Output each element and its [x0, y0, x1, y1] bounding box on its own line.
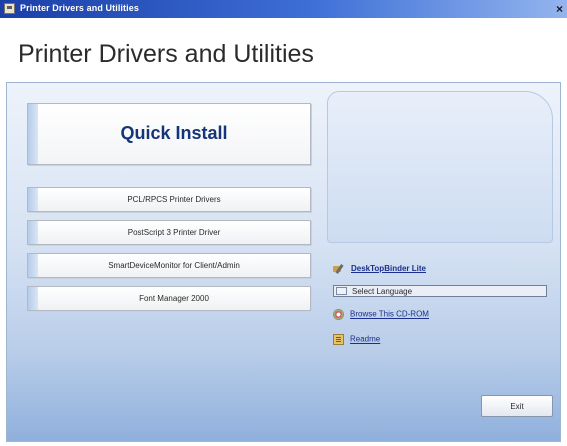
browse-cd-link[interactable]: Browse This CD-ROM — [333, 309, 429, 320]
readme-label: Readme — [350, 334, 381, 344]
cd-icon — [333, 309, 344, 320]
readme-icon — [333, 334, 344, 345]
quick-install-label: Quick Install — [120, 123, 228, 143]
button-label: PostScript 3 Printer Driver — [127, 228, 221, 237]
quick-install-button[interactable]: Quick Install — [27, 103, 311, 165]
button-stripe — [28, 254, 38, 277]
readme-link[interactable]: Readme — [333, 334, 380, 345]
page-title: Printer Drivers and Utilities — [18, 40, 314, 68]
button-label: Font Manager 2000 — [139, 294, 209, 303]
description-preview-panel — [327, 91, 553, 243]
language-icon — [336, 287, 347, 295]
desktopbinder-icon — [333, 264, 345, 274]
select-language-label: Select Language — [352, 287, 413, 296]
font-manager-button[interactable]: Font Manager 2000 — [27, 286, 311, 311]
button-label: SmartDeviceMonitor for Client/Admin — [108, 261, 240, 270]
button-stripe — [28, 104, 38, 164]
pcl-rpcs-drivers-button[interactable]: PCL/RPCS Printer Drivers — [27, 187, 311, 212]
app-icon — [4, 3, 15, 14]
button-label: PCL/RPCS Printer Drivers — [127, 195, 221, 204]
select-language-field[interactable]: Select Language — [333, 285, 547, 297]
close-icon[interactable]: × — [556, 1, 563, 17]
button-stripe — [28, 188, 38, 211]
title-bar: Printer Drivers and Utilities × — [0, 0, 567, 18]
desktopbinder-link[interactable]: DeskTopBinder Lite — [333, 264, 426, 274]
window-title: Printer Drivers and Utilities — [20, 3, 139, 13]
button-stripe — [28, 287, 38, 310]
installer-window: Printer Drivers and Utilities × Printer … — [0, 0, 567, 446]
exit-label: Exit — [510, 402, 524, 411]
browse-cd-label: Browse This CD-ROM — [350, 309, 429, 319]
exit-button[interactable]: Exit — [481, 395, 553, 417]
main-panel: Quick Install PCL/RPCS Printer Drivers P… — [6, 82, 561, 442]
smartdevicemonitor-button[interactable]: SmartDeviceMonitor for Client/Admin — [27, 253, 311, 278]
desktopbinder-label: DeskTopBinder Lite — [351, 264, 426, 274]
postscript-driver-button[interactable]: PostScript 3 Printer Driver — [27, 220, 311, 245]
button-stripe — [28, 221, 38, 244]
header: Printer Drivers and Utilities — [0, 18, 567, 80]
